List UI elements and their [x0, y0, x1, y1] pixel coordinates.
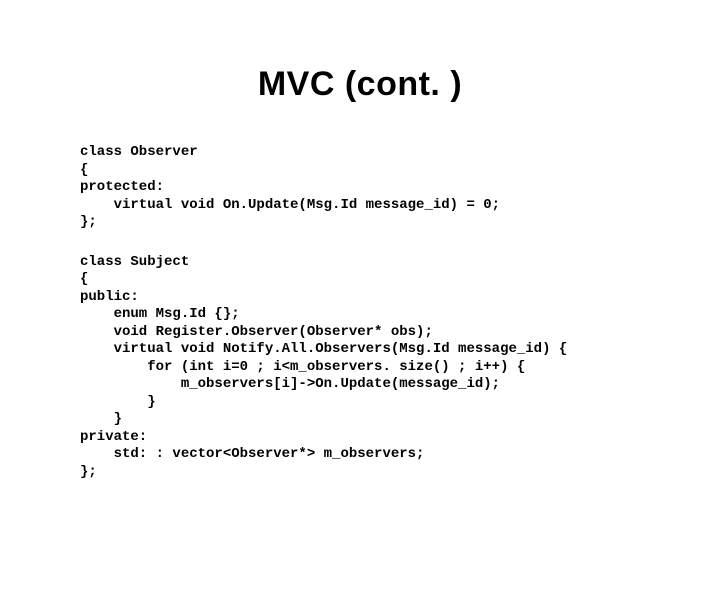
code-block-observer: class Observer { protected: virtual void… [80, 144, 640, 232]
code-block-subject: class Subject { public: enum Msg.Id {}; … [80, 254, 640, 482]
slide-title: MVC (cont. ) [80, 65, 640, 104]
slide: MVC (cont. ) class Observer { protected:… [0, 65, 720, 605]
